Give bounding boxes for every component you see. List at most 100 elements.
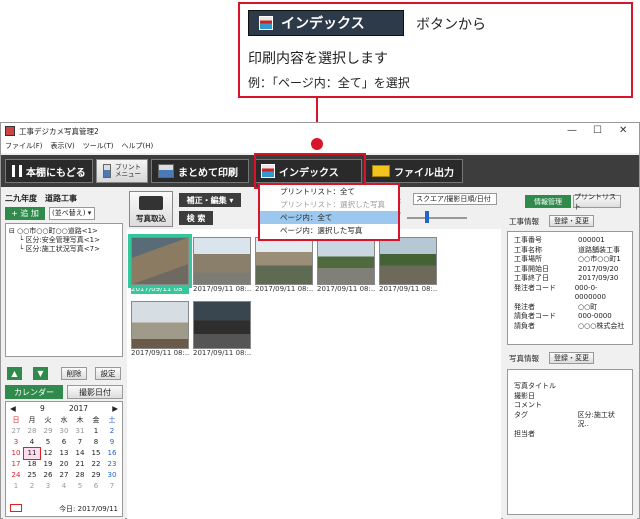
- calendar-day[interactable]: 24: [8, 470, 24, 481]
- photo-thumbnail[interactable]: 2017/09/11 08:..: [131, 301, 189, 357]
- menu-help[interactable]: ヘルプ(H): [122, 141, 154, 151]
- dropdown-item-2[interactable]: プリントリスト：選択した写真: [260, 198, 398, 211]
- print-menu-label: プリント メニュー: [115, 163, 141, 178]
- calendar-day[interactable]: 4: [56, 481, 72, 492]
- back-to-bookshelf-button[interactable]: 本棚にもどる: [5, 159, 93, 183]
- today-label[interactable]: 今日: 2017/09/11: [59, 504, 118, 514]
- size-slider-handle[interactable]: [425, 211, 429, 223]
- photo-thumbnail[interactable]: 2017/09/11 08:..: [193, 237, 251, 293]
- calendar-day[interactable]: 18: [24, 459, 40, 470]
- calendar-day[interactable]: 30: [56, 426, 72, 437]
- menu-file[interactable]: ファイル(F): [5, 141, 43, 151]
- calendar-day[interactable]: 20: [56, 459, 72, 470]
- sort-select[interactable]: (並べ替え) ▾: [49, 207, 95, 220]
- prev-month-button[interactable]: ◀: [10, 404, 16, 413]
- calendar-day[interactable]: 6: [56, 437, 72, 448]
- next-month-button[interactable]: ▶: [112, 404, 118, 413]
- dropdown-item-3[interactable]: ページ内：全て: [260, 211, 398, 224]
- info-key: 担当者: [514, 429, 535, 438]
- calendar-day[interactable]: 27: [56, 470, 72, 481]
- calendar-day[interactable]: 16: [104, 448, 120, 459]
- dropdown-item-1[interactable]: プリントリスト：全て: [260, 185, 398, 198]
- tab-shoot-date[interactable]: 撮影日付: [67, 385, 123, 399]
- info-key: 請負者: [514, 321, 535, 330]
- size-slider-track[interactable]: [407, 217, 467, 219]
- calendar-day[interactable]: 28: [72, 470, 88, 481]
- minimize-button[interactable]: —: [567, 125, 577, 136]
- work-info-register-button[interactable]: 登録・変更: [549, 215, 594, 227]
- photo-thumbnail[interactable]: 2017/09/11 08:..: [255, 237, 313, 293]
- calendar-day[interactable]: 1: [8, 481, 24, 492]
- calendar-day[interactable]: 2: [24, 481, 40, 492]
- calendar-day[interactable]: 23: [104, 459, 120, 470]
- calendar-day[interactable]: 11: [23, 447, 41, 460]
- calendar-day[interactable]: 1: [88, 426, 104, 437]
- calendar-day[interactable]: 7: [104, 481, 120, 492]
- calendar-day[interactable]: 29: [88, 470, 104, 481]
- photo-thumbnail[interactable]: 2017/09/11 08:..: [317, 237, 375, 293]
- move-up-button[interactable]: ▲: [7, 367, 22, 380]
- photo-import-button[interactable]: 写真取込: [129, 191, 173, 227]
- photo-info-register-button[interactable]: 登録・変更: [549, 352, 594, 364]
- edit-button[interactable]: 補正・編集 ▾: [179, 193, 241, 207]
- display-select[interactable]: スクエア/撮影日順/日付: [413, 193, 497, 205]
- calendar-day[interactable]: 5: [40, 437, 56, 448]
- info-key: 工事番号: [514, 236, 542, 244]
- chevron-down-icon: ▾: [87, 209, 92, 217]
- calendar-day[interactable]: 9: [104, 437, 120, 448]
- work-info-box: 工事番号 000001 工事名称 道路舗装工事 工事場所 ○○市○○町1 工事開始日 2017…: [507, 231, 633, 345]
- calendar-day[interactable]: 4: [24, 437, 40, 448]
- tab-info-management[interactable]: 情報管理: [525, 195, 571, 208]
- calendar-day[interactable]: 2: [104, 426, 120, 437]
- dropdown-item-4[interactable]: ページ内：選択した写真: [260, 224, 398, 237]
- tree-item-construction[interactable]: └ 区分:施工状況写真<7>: [9, 245, 119, 254]
- tree-item-site[interactable]: ⊟ ○○市○○町○○道路<1>: [9, 227, 119, 236]
- tree-item-safety[interactable]: └ 区分:安全管理写真<1>: [9, 236, 119, 245]
- photo-thumbnail[interactable]: 2017/09/11 08:..: [379, 237, 437, 293]
- photo-thumbnail[interactable]: 2017/09/11 08: [128, 234, 192, 294]
- calendar-weekday: 月: [28, 416, 36, 424]
- batch-print-button[interactable]: まとめて印刷: [151, 159, 249, 183]
- callout-index-button-image: インデックス: [248, 10, 404, 36]
- settings-button[interactable]: 設定: [95, 367, 121, 380]
- calendar-day[interactable]: 25: [24, 470, 40, 481]
- calendar-day[interactable]: 5: [72, 481, 88, 492]
- calendar-day[interactable]: 3: [8, 437, 24, 448]
- photo-thumbnail[interactable]: 2017/09/11 08:..: [193, 301, 251, 357]
- calendar-day[interactable]: 21: [72, 459, 88, 470]
- maximize-button[interactable]: ☐: [593, 125, 602, 136]
- calendar-day[interactable]: 7: [72, 437, 88, 448]
- calendar-day[interactable]: 12: [40, 448, 56, 459]
- info-row: コメント: [514, 401, 626, 411]
- photo-image: [193, 301, 251, 349]
- menu-tools[interactable]: ツール(T): [83, 141, 114, 151]
- calendar-day[interactable]: 19: [40, 459, 56, 470]
- calendar-day[interactable]: 6: [88, 481, 104, 492]
- calendar-day[interactable]: 17: [8, 459, 24, 470]
- calendar-day[interactable]: 3: [40, 481, 56, 492]
- calendar-day[interactable]: 15: [88, 448, 104, 459]
- tab-calendar[interactable]: カレンダー: [5, 385, 63, 399]
- calendar-month: 9: [39, 404, 45, 413]
- calendar-day[interactable]: 10: [8, 448, 24, 459]
- calendar-day[interactable]: 31: [72, 426, 88, 437]
- calendar-day[interactable]: 14: [72, 448, 88, 459]
- delete-button[interactable]: 削除: [61, 367, 87, 380]
- calendar-day[interactable]: 26: [40, 470, 56, 481]
- calendar-day[interactable]: 28: [24, 426, 40, 437]
- calendar-day[interactable]: 27: [8, 426, 24, 437]
- add-button[interactable]: + 追 加: [5, 207, 45, 220]
- calendar-day[interactable]: 30: [104, 470, 120, 481]
- move-down-button[interactable]: ▼: [33, 367, 48, 380]
- tab-print-list[interactable]: プリントリスト: [573, 193, 621, 211]
- photo-caption: 2017/09/11 08: [131, 285, 189, 294]
- menu-view[interactable]: 表示(V): [51, 141, 75, 151]
- calendar-day[interactable]: 29: [40, 426, 56, 437]
- calendar-day[interactable]: 13: [56, 448, 72, 459]
- calendar-day[interactable]: 8: [88, 437, 104, 448]
- file-output-button[interactable]: ファイル出力: [365, 159, 463, 183]
- calendar-day[interactable]: 22: [88, 459, 104, 470]
- close-button[interactable]: ✕: [619, 125, 627, 136]
- search-button[interactable]: 検 索: [179, 211, 213, 225]
- print-menu-button[interactable]: プリント メニュー: [96, 159, 148, 183]
